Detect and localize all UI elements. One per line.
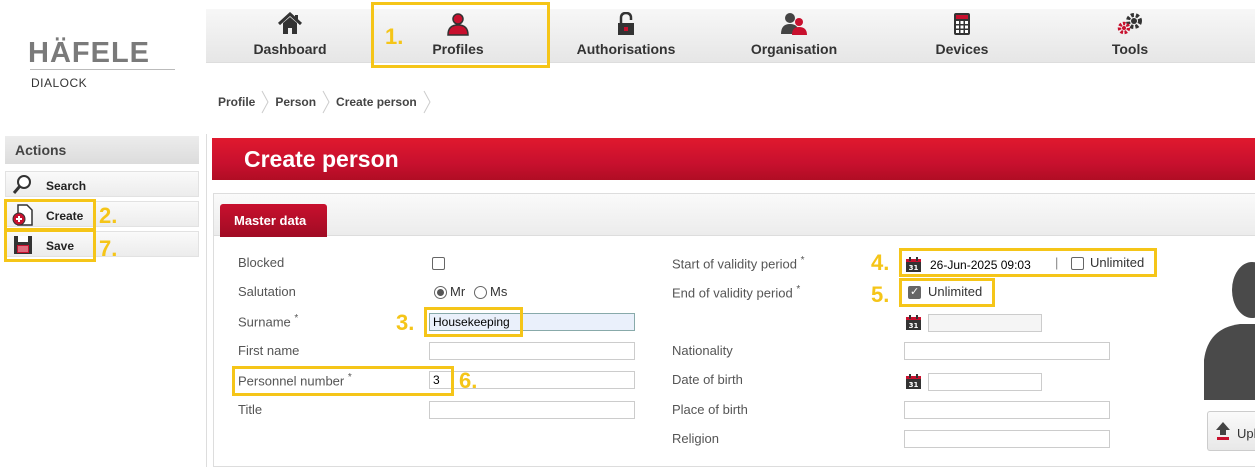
nav-label-devices: Devices <box>935 41 989 57</box>
chevron-right-icon <box>423 90 431 114</box>
nationality-input[interactable] <box>904 342 1110 360</box>
breadcrumb-create-person[interactable]: Create person <box>330 95 423 109</box>
chevron-right-icon <box>261 90 269 114</box>
top-navigation: Dashboard Profiles Authorisations Organi… <box>206 9 1255 63</box>
breadcrumb-profile[interactable]: Profile <box>212 95 261 109</box>
nav-label-authorisations: Authorisations <box>576 41 676 57</box>
step-number-2: 2. <box>99 203 118 228</box>
nav-tools[interactable]: Tools <box>1046 9 1214 63</box>
actions-heading: Actions <box>5 136 199 164</box>
place-of-birth-input[interactable] <box>904 401 1110 419</box>
upload-arrow-icon <box>1216 422 1230 440</box>
start-validity-label-text: Start of validity period <box>672 256 798 272</box>
keypad-icon <box>954 13 970 35</box>
tab-strip: Master data <box>214 194 1255 237</box>
highlight-save <box>4 229 96 262</box>
search-button[interactable]: Search <box>5 171 199 197</box>
salutation-label: Salutation <box>238 284 296 299</box>
required-asterisk: * <box>796 284 801 295</box>
logo-text: HÄFELE <box>28 37 150 69</box>
magnifier-icon <box>12 175 31 194</box>
actions-sidebar: Actions <box>5 136 199 164</box>
logo-divider <box>30 69 175 70</box>
upload-photo-label: Upl <box>1237 426 1255 441</box>
form-container: Master data <box>213 193 1255 467</box>
calendar-icon[interactable]: 31 <box>906 315 921 330</box>
blocked-checkbox[interactable] <box>432 257 445 270</box>
page-header: Create person <box>212 138 1255 180</box>
salutation-ms-label: Ms <box>490 284 508 299</box>
religion-label: Religion <box>672 431 719 446</box>
highlight-start-validity <box>899 248 1157 277</box>
step-number-4: 4. <box>871 250 890 275</box>
highlight-personnel-number <box>232 366 454 396</box>
date-of-birth-input[interactable] <box>928 373 1042 391</box>
date-of-birth-label: Date of birth <box>672 372 743 387</box>
place-of-birth-label: Place of birth <box>672 402 748 417</box>
title-label: Title <box>238 402 263 417</box>
nav-label-dashboard: Dashboard <box>253 41 327 57</box>
surname-label-text: Surname <box>238 314 291 330</box>
hafele-logo: HÄFELE DIALOCK <box>28 37 188 90</box>
firstname-input[interactable] <box>429 342 635 360</box>
step-number-1: 1. <box>385 24 404 49</box>
nationality-label: Nationality <box>672 343 733 358</box>
search-button-label: Search <box>46 179 87 193</box>
lock-icon <box>618 12 634 35</box>
person-silhouette-icon <box>1204 262 1255 400</box>
step-number-5: 5. <box>871 282 890 307</box>
home-icon <box>277 12 303 34</box>
step-number-7: 7. <box>99 236 118 261</box>
highlight-end-unlimited <box>899 278 995 307</box>
calendar-icon-day: 31 <box>909 322 919 330</box>
highlight-create <box>4 199 96 231</box>
surname-label: Surname * <box>238 313 298 329</box>
salutation-mr-label: Mr <box>450 284 466 299</box>
end-validity-label-text: End of validity period <box>672 285 793 301</box>
upload-photo-button[interactable]: Upl <box>1207 411 1255 451</box>
people-icon <box>781 13 807 35</box>
start-validity-label: Start of validity period * <box>672 255 805 271</box>
religion-input[interactable] <box>904 430 1110 448</box>
salutation-ms-radio[interactable] <box>474 286 487 299</box>
highlight-surname <box>424 307 523 337</box>
nav-devices[interactable]: Devices <box>878 9 1046 63</box>
salutation-mr-radio[interactable] <box>434 286 447 299</box>
required-asterisk: * <box>294 313 299 324</box>
nav-organisation[interactable]: Organisation <box>710 9 878 63</box>
calendar-icon-day: 31 <box>909 381 919 389</box>
page-title: Create person <box>244 146 399 172</box>
nav-label-tools: Tools <box>1111 41 1149 57</box>
nav-authorisations[interactable]: Authorisations <box>542 9 710 63</box>
chevron-right-icon <box>322 90 330 114</box>
title-input[interactable] <box>429 401 635 419</box>
required-asterisk: * <box>800 255 805 266</box>
breadcrumb-person[interactable]: Person <box>269 95 322 109</box>
step-number-6: 6. <box>459 368 478 393</box>
step-number-3: 3. <box>396 310 415 335</box>
nav-dashboard[interactable]: Dashboard <box>206 9 374 63</box>
firstname-label: First name <box>238 343 300 358</box>
nav-label-organisation: Organisation <box>750 41 838 57</box>
gears-icon <box>1117 13 1142 35</box>
calendar-icon[interactable]: 31 <box>906 374 921 389</box>
logo-subtitle: DIALOCK <box>31 76 88 90</box>
end-validity-label: End of validity period * <box>672 284 800 300</box>
breadcrumb: Profile Person Create person <box>212 88 431 116</box>
blocked-label: Blocked <box>238 255 285 270</box>
app-root: HÄFELE DIALOCK Dashboard Profiles Author… <box>0 0 1255 467</box>
end-validity-input[interactable] <box>928 314 1042 332</box>
tab-master-data[interactable]: Master data <box>220 204 327 237</box>
